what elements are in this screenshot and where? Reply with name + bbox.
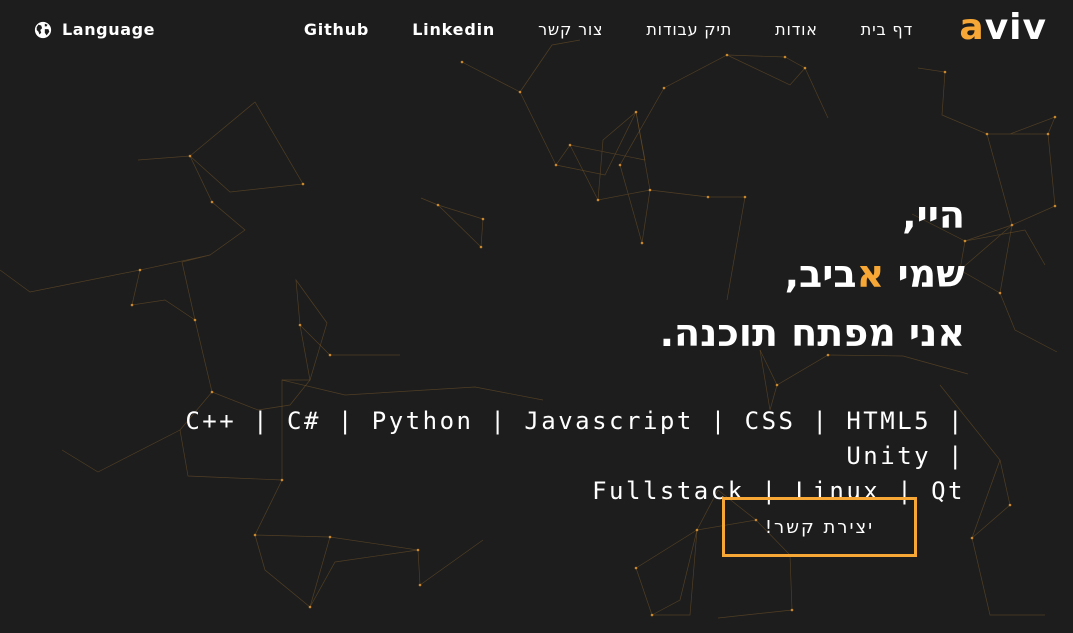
hero-line-name: שמי אביב, [145, 245, 965, 304]
nav-github[interactable]: Github [304, 20, 369, 39]
site-logo[interactable]: aviv [959, 6, 1047, 50]
hero-name-prefix: שמי [884, 252, 965, 296]
skills-list: C++ | C# | Python | Javascript | CSS | H… [145, 404, 965, 509]
language-selector[interactable]: Language [34, 20, 155, 39]
nav-contact[interactable]: צור קשר [538, 20, 603, 39]
hero-line-role: אני מפתח תוכנה. [659, 311, 965, 355]
main-nav: דף בית אודות תיק עבודות צור קשר Linkedin… [261, 20, 913, 39]
hero-line-greeting: היי, [902, 193, 965, 237]
hero-name-highlight: א [856, 252, 885, 296]
nav-home[interactable]: דף בית [861, 20, 913, 39]
logo-text: viv [984, 7, 1047, 48]
skills-line-1: C++ | C# | Python | Javascript | CSS | H… [185, 407, 965, 470]
page: Language דף בית אודות תיק עבודות צור קשר… [0, 0, 1073, 633]
nav-about[interactable]: אודות [775, 20, 818, 39]
site-header: Language דף בית אודות תיק עבודות צור קשר… [0, 0, 1073, 64]
hero-heading: היי, שמי אביב, אני מפתח תוכנה. [145, 186, 965, 363]
globe-icon [34, 21, 52, 38]
contact-button[interactable]: יצירת קשר! [722, 497, 917, 557]
logo-accent: a [959, 7, 985, 48]
hero-name-suffix: ביב, [784, 252, 857, 296]
nav-linkedin[interactable]: Linkedin [412, 20, 495, 39]
language-label: Language [62, 20, 156, 39]
nav-portfolio[interactable]: תיק עבודות [646, 20, 732, 39]
